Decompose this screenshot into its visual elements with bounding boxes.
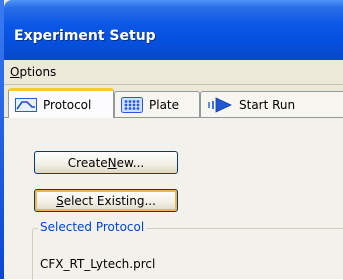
create-new-label-pre: Create	[67, 155, 108, 170]
menu-options-label: ptions	[19, 65, 57, 79]
start-run-arrow-icon	[207, 96, 233, 114]
experiment-setup-window: Experiment Setup Options Protocol Plate …	[0, 0, 343, 280]
menu-options[interactable]: Options	[10, 65, 56, 79]
menu-bar: Options	[4, 60, 343, 85]
select-existing-label: elect Existing...	[63, 193, 156, 208]
create-new-mnemonic: N	[107, 155, 117, 170]
selected-protocol-filename: CFX_RT_Lytech.prcl	[40, 257, 156, 271]
tab-strip: Protocol Plate Start Run	[4, 86, 343, 118]
create-new-button[interactable]: Create New...	[34, 151, 178, 174]
selected-protocol-group	[32, 228, 343, 280]
tab-protocol-label: Protocol	[43, 97, 92, 112]
select-existing-button[interactable]: Select Existing...	[34, 189, 178, 212]
selected-protocol-heading: Selected Protocol	[38, 220, 147, 234]
plate-grid-icon	[121, 96, 143, 113]
protocol-wave-icon	[15, 97, 37, 112]
tab-plate[interactable]: Plate	[114, 91, 200, 117]
select-existing-mnemonic: S	[56, 193, 64, 208]
tab-start-run[interactable]: Start Run	[200, 91, 343, 117]
window-client-area: Options Protocol Plate Start Run Create …	[4, 60, 343, 280]
window-title: Experiment Setup	[14, 28, 156, 44]
protocol-panel: Create New... Select Existing... Selecte…	[4, 118, 343, 280]
tab-plate-label: Plate	[149, 97, 180, 112]
tab-start-run-label: Start Run	[239, 97, 296, 112]
title-bar[interactable]: Experiment Setup	[4, 0, 343, 60]
tab-protocol[interactable]: Protocol	[8, 88, 114, 118]
create-new-label-post: ew...	[116, 155, 145, 170]
